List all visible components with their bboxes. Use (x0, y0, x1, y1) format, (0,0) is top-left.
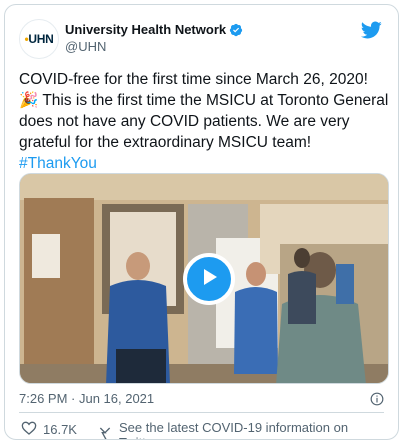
play-button[interactable] (183, 253, 235, 305)
author-name-row: University Health Network (65, 22, 243, 38)
author-name[interactable]: University Health Network (65, 22, 226, 38)
author-handle[interactable]: @UHN (65, 38, 243, 56)
covid-arrow-icon (97, 426, 113, 439)
like-count: 16.7K (43, 422, 77, 437)
tweet-text-line1: COVID-free for the first time since Marc… (19, 71, 368, 88)
covid-info-link[interactable]: See the latest COVID-19 information on T… (97, 420, 386, 439)
hashtag-link[interactable]: #ThankYou (19, 155, 97, 172)
twitter-bird-icon[interactable] (360, 19, 382, 41)
avatar-logo: •UHN (24, 32, 54, 46)
tweet-actions: 16.7K See the latest COVID-19 informatio… (19, 420, 386, 439)
heart-icon (21, 420, 37, 439)
video-player[interactable] (19, 173, 389, 384)
tweet-header: •UHN University Health Network @UHN (19, 19, 386, 59)
tweet-card[interactable]: •UHN University Health Network @UHN COVI… (4, 4, 399, 440)
covid-info-text[interactable]: See the latest COVID-19 information on T… (119, 420, 386, 439)
info-icon[interactable] (370, 392, 384, 406)
divider (19, 412, 384, 413)
timestamp-text[interactable]: 7:26 PM · Jun 16, 2021 (19, 391, 154, 406)
like-button[interactable]: 16.7K (21, 420, 77, 439)
tweet-timestamp[interactable]: 7:26 PM · Jun 16, 2021 (19, 391, 154, 406)
tweet-text: COVID-free for the first time since Marc… (19, 69, 389, 174)
avatar[interactable]: •UHN (19, 19, 59, 59)
play-icon (197, 265, 221, 294)
tweet-text-line2: This is the first time the MSICU at Toro… (19, 92, 389, 151)
party-popper-emoji: 🎉 (19, 92, 39, 109)
author-block[interactable]: University Health Network @UHN (65, 22, 243, 56)
verified-badge-icon (229, 23, 243, 37)
